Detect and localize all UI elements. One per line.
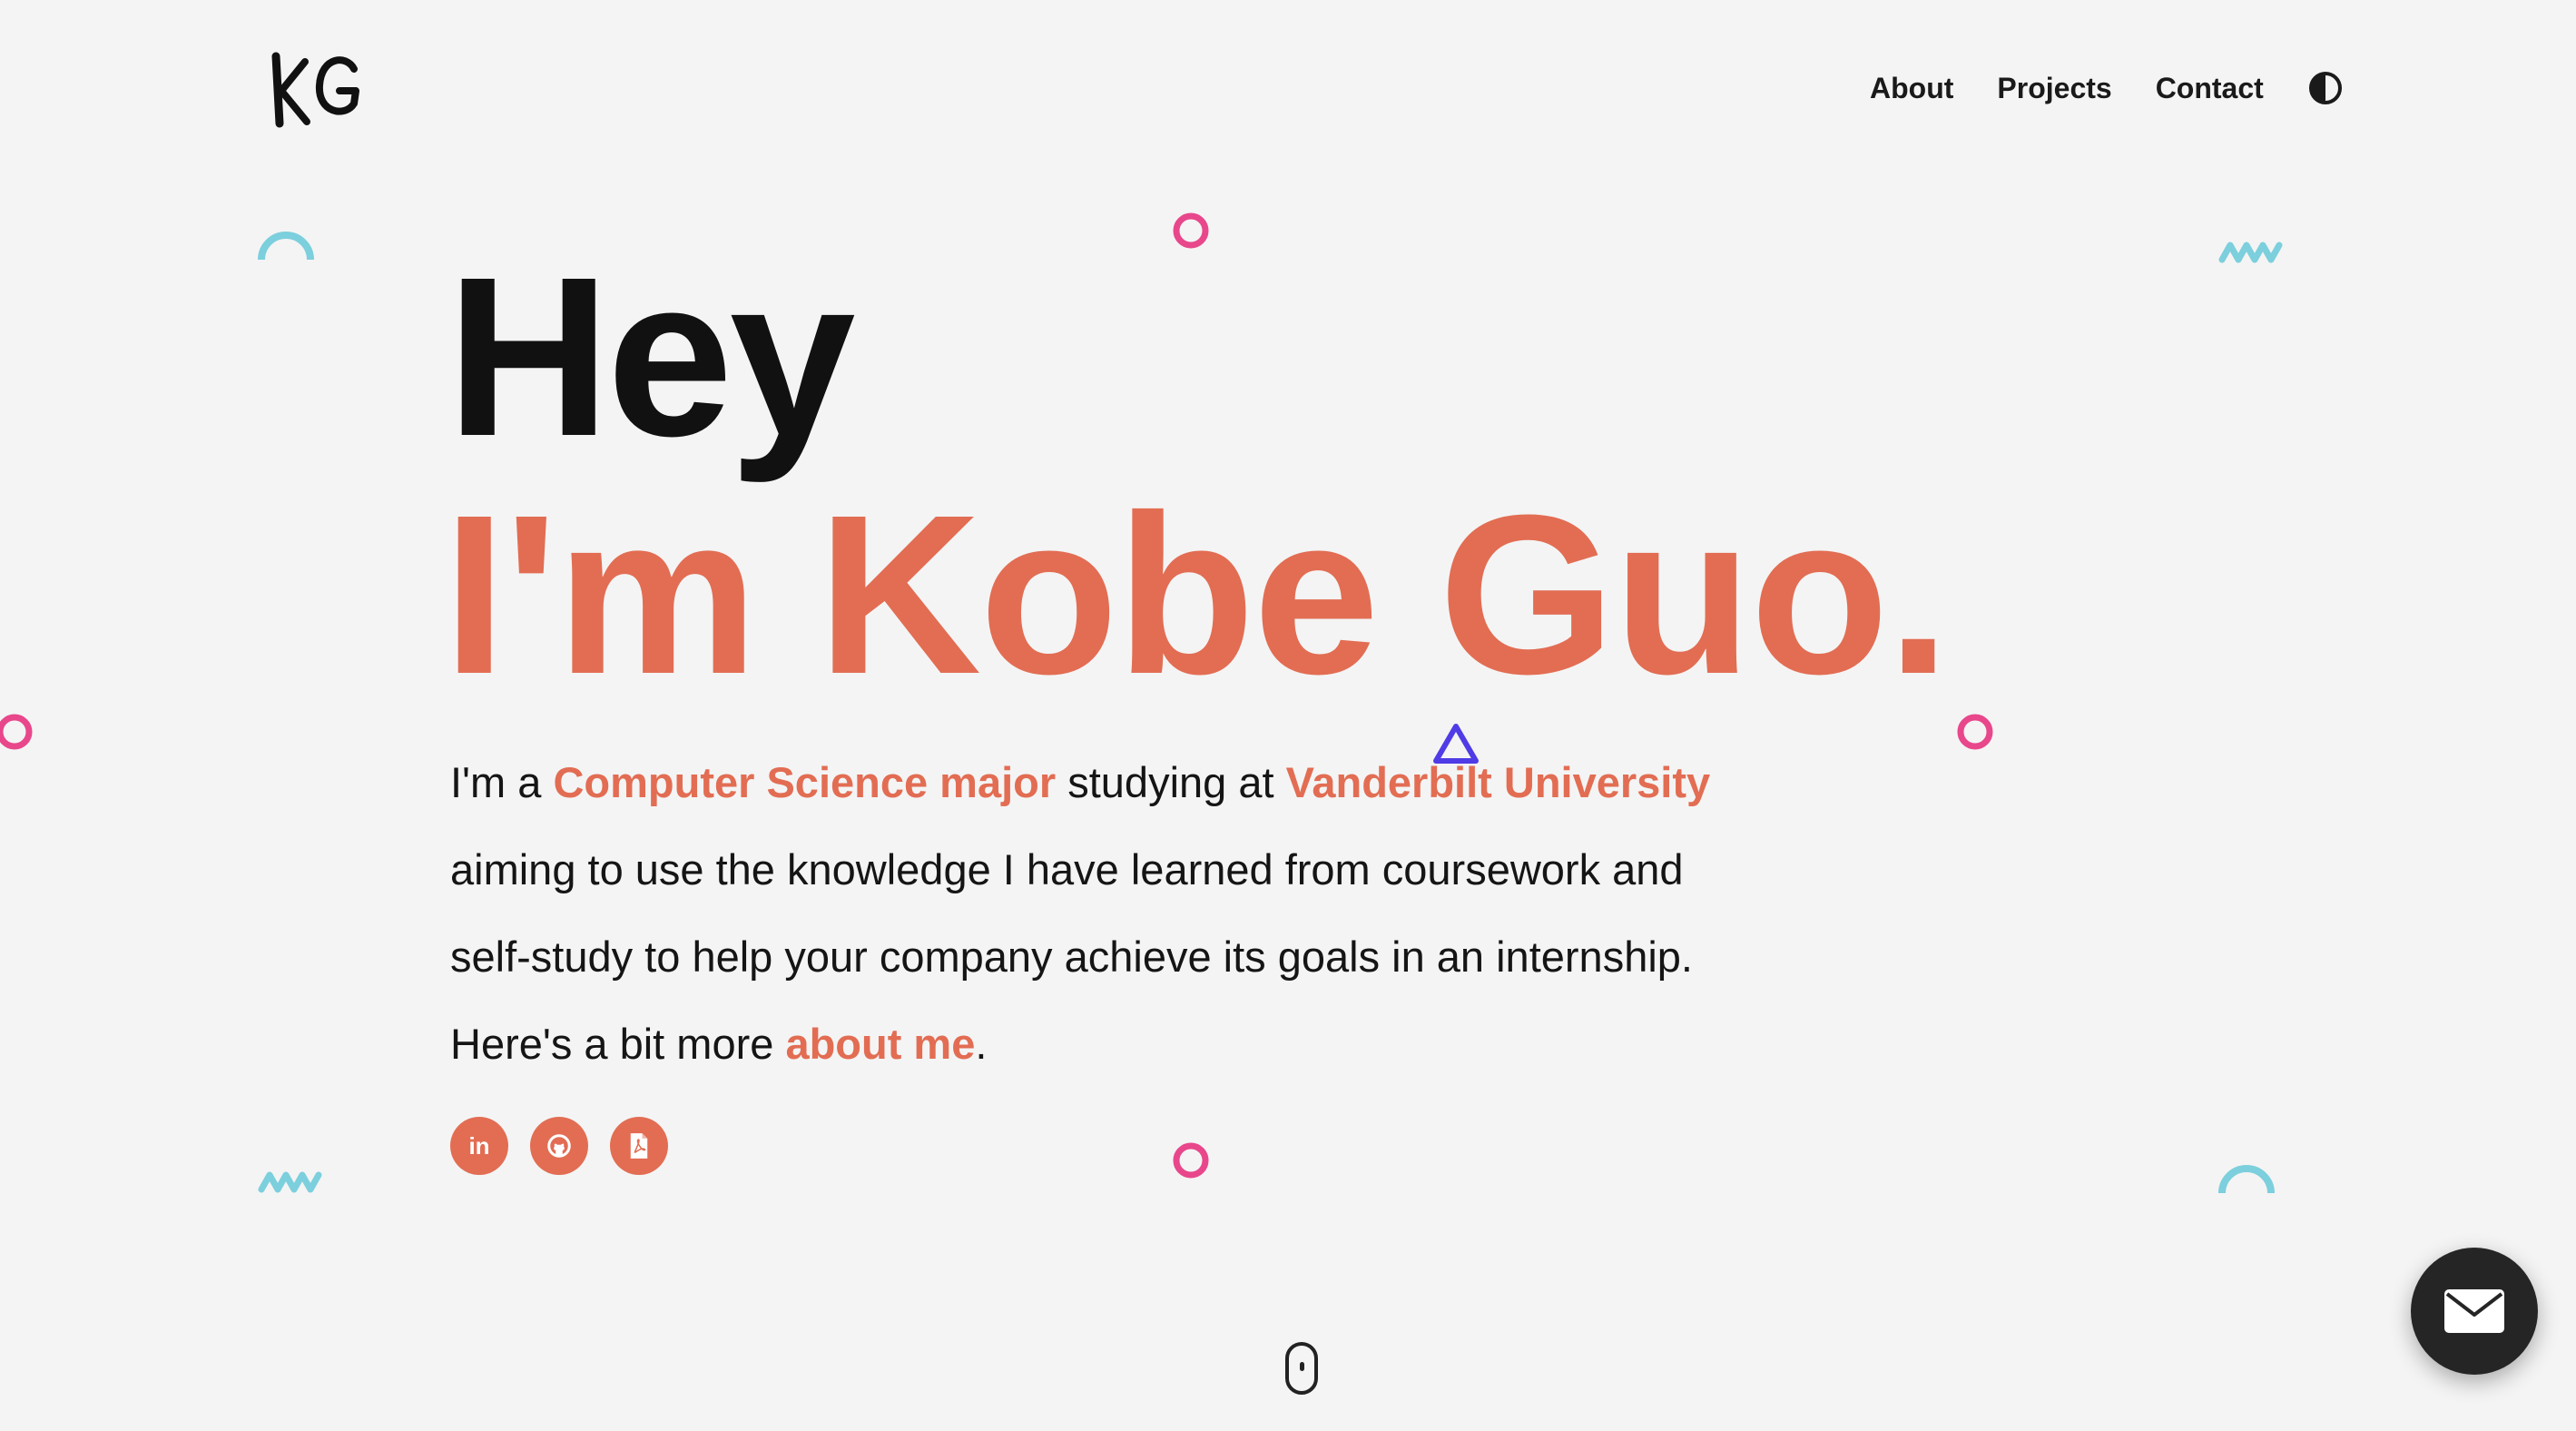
resume-button[interactable]	[610, 1117, 668, 1175]
pink-ring-shape	[1957, 714, 1993, 750]
linkedin-button[interactable]: in	[450, 1117, 508, 1175]
nav-contact-link[interactable]: Contact	[2156, 65, 2264, 111]
school-highlight: Vanderbilt University	[1285, 758, 1711, 806]
mouse-scroll-icon[interactable]	[1285, 1342, 1318, 1395]
pink-ring-shape	[1173, 1142, 1209, 1179]
page: About Projects Contact Hey I'm Kobe Guo.…	[0, 0, 2576, 1431]
linkedin-icon: in	[468, 1131, 490, 1160]
intro-paragraph: I'm a Computer Science major studying at…	[450, 739, 1757, 1088]
about-me-link[interactable]: about me	[785, 1020, 975, 1068]
teal-arc-shape	[258, 232, 314, 261]
logo-kg[interactable]	[269, 49, 369, 131]
social-links: in	[450, 1117, 690, 1175]
hero-greeting: Hey	[447, 230, 856, 483]
contrast-icon[interactable]	[2307, 70, 2344, 106]
hero-name-heading: I'm Kobe Guo.	[443, 468, 1950, 721]
intro-line-4: Here's a bit more about me.	[450, 1001, 1757, 1088]
teal-arc-shape	[2218, 1165, 2275, 1194]
intro-text: studying at	[1056, 758, 1286, 806]
intro-text: Here's a bit more	[450, 1020, 786, 1068]
nav-about-link[interactable]: About	[1870, 65, 1953, 111]
mail-button[interactable]	[2411, 1248, 2538, 1375]
teal-zigzag-shape	[2218, 242, 2283, 263]
envelope-icon	[2444, 1289, 2504, 1333]
teal-zigzag-shape	[258, 1171, 322, 1193]
scroll-wheel	[1300, 1362, 1304, 1371]
pink-ring-shape	[0, 714, 33, 750]
intro-line-2: aiming to use the knowledge I have learn…	[450, 845, 1684, 893]
intro-text: I'm a	[450, 758, 554, 806]
pink-ring-shape	[1173, 212, 1209, 249]
nav-projects-link[interactable]: Projects	[1997, 65, 2111, 111]
intro-line-1: I'm a Computer Science major studying at…	[450, 739, 1757, 826]
major-highlight: Computer Science major	[553, 758, 1057, 806]
intro-line-3: self-study to help your company achieve …	[450, 933, 1693, 981]
main-nav: About Projects Contact	[1870, 65, 2344, 111]
pdf-resume-icon	[630, 1133, 648, 1159]
intro-text: .	[975, 1020, 988, 1068]
purple-triangle-shape	[1433, 724, 1479, 764]
github-button[interactable]	[530, 1117, 588, 1175]
github-icon	[547, 1134, 571, 1158]
